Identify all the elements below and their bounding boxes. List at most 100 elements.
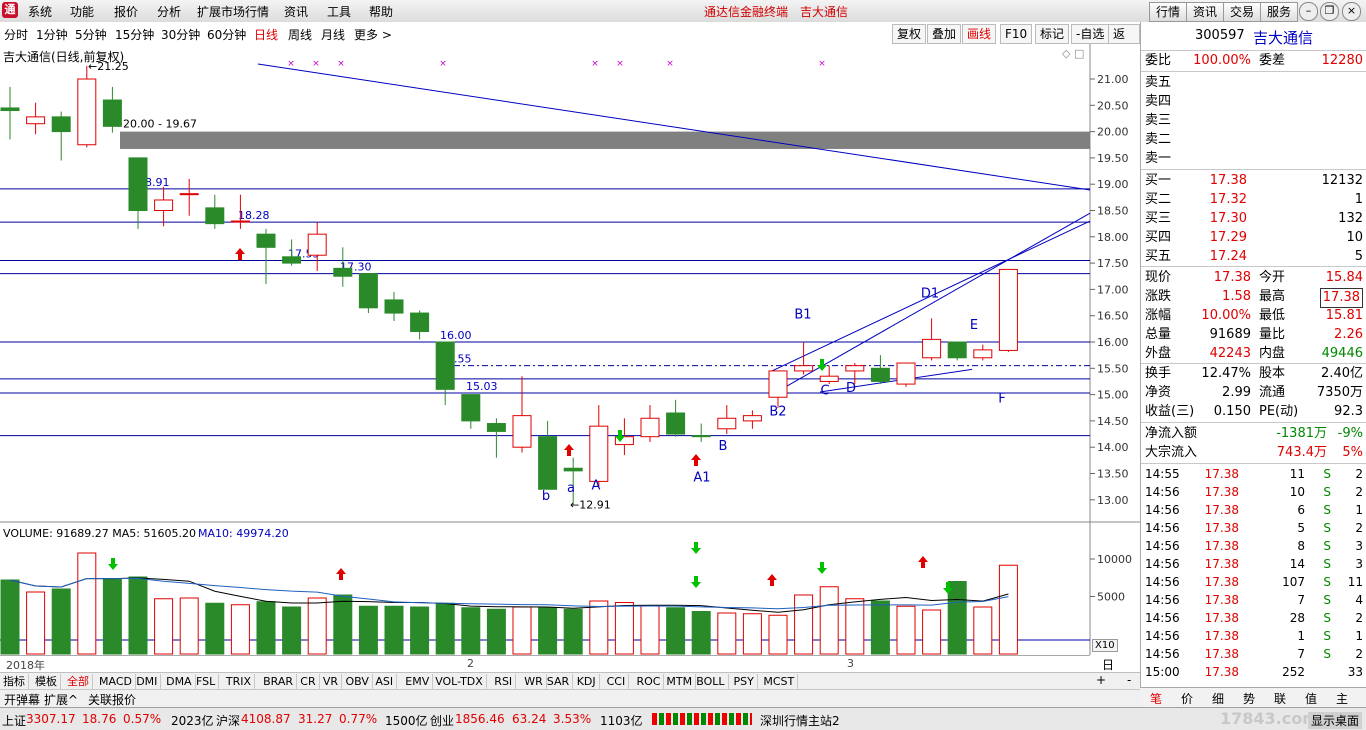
volume-bar[interactable] xyxy=(486,608,506,655)
candle-body[interactable] xyxy=(102,99,122,127)
candle-body[interactable] xyxy=(154,199,174,211)
indicator-tab-7[interactable]: TRIX xyxy=(223,674,256,689)
quote-tab-1[interactable]: 价 xyxy=(1181,690,1193,707)
volume-bar[interactable] xyxy=(154,598,174,655)
candle-body[interactable] xyxy=(307,233,327,256)
top-quote-button[interactable]: 行情 xyxy=(1149,2,1188,22)
zoom-out-button[interactable]: - xyxy=(1127,673,1131,687)
server-name[interactable]: 深圳行情主站2 xyxy=(760,712,840,729)
indicator-tab-15[interactable]: RSI xyxy=(491,674,517,689)
indicator-tab-19[interactable]: CCI xyxy=(604,674,630,689)
volume-bar[interactable] xyxy=(691,611,711,655)
volume-bar[interactable] xyxy=(819,586,839,655)
indicator-tab-5[interactable]: DMA xyxy=(163,674,196,689)
top-trade-button[interactable]: 交易 xyxy=(1223,2,1262,22)
candle-body[interactable] xyxy=(640,417,660,438)
candle-body[interactable] xyxy=(77,78,97,146)
sh-index-label[interactable]: 上证 xyxy=(2,712,26,729)
candle-body[interactable] xyxy=(128,157,148,211)
menu-quote[interactable]: 报价 xyxy=(114,3,138,20)
restore-icon[interactable]: ❐ xyxy=(1320,2,1339,21)
volume-bar[interactable] xyxy=(922,609,942,655)
candle-body[interactable] xyxy=(922,338,942,359)
indicator-tab-13[interactable]: EMV xyxy=(402,674,434,689)
candle-body[interactable] xyxy=(896,362,916,385)
volume-bar[interactable] xyxy=(563,608,583,655)
period-weekly[interactable]: 周线 xyxy=(288,26,312,43)
minimize-icon[interactable]: – xyxy=(1299,2,1318,21)
volume-bar[interactable] xyxy=(538,607,558,655)
chart-options-icon[interactable]: ◇ □ xyxy=(1062,47,1084,60)
tool-back[interactable]: 返回 xyxy=(1108,24,1140,59)
volume-bar[interactable] xyxy=(256,601,276,655)
period-60min[interactable]: 60分钟 xyxy=(207,26,246,43)
tool-adjust[interactable]: 复权 xyxy=(892,24,927,44)
extend-toggle[interactable]: 扩展^ xyxy=(40,691,82,708)
candle-body[interactable] xyxy=(486,423,506,432)
indicator-tab-10[interactable]: VR xyxy=(320,674,343,689)
menu-extended-market[interactable]: 扩展市场行情 xyxy=(197,3,269,20)
sz-index-label[interactable]: 沪深 xyxy=(216,712,240,729)
volume-bar[interactable] xyxy=(0,579,20,655)
volume-bar[interactable] xyxy=(461,607,481,655)
volume-bar[interactable] xyxy=(179,597,199,655)
indicator-tab-24[interactable]: MCST xyxy=(760,674,799,689)
period-15min[interactable]: 15分钟 xyxy=(115,26,154,43)
app-logo-icon[interactable]: 通 xyxy=(2,2,18,18)
volume-bar[interactable] xyxy=(768,614,788,655)
menu-tools[interactable]: 工具 xyxy=(327,3,351,20)
candle-body[interactable] xyxy=(870,367,890,382)
candle-body[interactable] xyxy=(794,365,814,372)
tool-draw[interactable]: 画线 xyxy=(962,24,997,44)
volume-bar[interactable] xyxy=(307,597,327,655)
candle-body[interactable] xyxy=(589,425,609,482)
volume-bar[interactable] xyxy=(614,602,634,655)
candle-body[interactable] xyxy=(256,233,276,248)
candle-body[interactable] xyxy=(819,375,839,382)
menu-function[interactable]: 功能 xyxy=(70,3,94,20)
menu-help[interactable]: 帮助 xyxy=(369,3,393,20)
candle-body[interactable] xyxy=(205,207,225,225)
candle-body[interactable] xyxy=(973,349,993,359)
volume-bar[interactable] xyxy=(102,578,122,655)
volume-bar[interactable] xyxy=(435,602,455,655)
period-monthly[interactable]: 月线 xyxy=(321,26,345,43)
quote-tab-3[interactable]: 势 xyxy=(1243,690,1255,707)
indicator-tab-14[interactable]: VOL-TDX xyxy=(432,674,487,689)
volume-bar[interactable] xyxy=(973,606,993,655)
candle-body[interactable] xyxy=(998,268,1018,351)
indicator-tab-2[interactable]: 全部 xyxy=(64,674,93,689)
candle-body[interactable] xyxy=(435,341,455,390)
candle-body[interactable] xyxy=(512,415,532,448)
indicator-tab-9[interactable]: CR xyxy=(297,674,320,689)
volume-bar[interactable] xyxy=(205,602,225,655)
zoom-in-button[interactable]: + xyxy=(1096,673,1106,687)
indicator-tab-6[interactable]: FSL xyxy=(193,674,220,689)
quote-tab-6[interactable]: 主 xyxy=(1336,690,1348,707)
candle-body[interactable] xyxy=(742,415,762,422)
volume-bar[interactable] xyxy=(512,606,532,655)
volume-bar[interactable] xyxy=(384,605,404,655)
quote-tab-5[interactable]: 值 xyxy=(1305,690,1317,707)
volume-bar[interactable] xyxy=(77,552,97,655)
volume-bar[interactable] xyxy=(51,588,71,655)
volume-bar[interactable] xyxy=(128,576,148,655)
cy-index-label[interactable]: 创业 xyxy=(430,712,454,729)
volume-bar[interactable] xyxy=(26,591,46,655)
tool-mark[interactable]: 标记 xyxy=(1035,24,1070,44)
indicator-tab-18[interactable]: KDJ xyxy=(574,674,600,689)
indicator-tab-3[interactable]: MACD xyxy=(96,674,136,689)
volume-bar[interactable] xyxy=(998,564,1018,655)
volume-bar[interactable] xyxy=(230,604,250,655)
danmaku-toggle[interactable]: 开弹幕 xyxy=(0,691,44,708)
quote-tab-0[interactable]: 笔 xyxy=(1150,690,1162,707)
volume-bar[interactable] xyxy=(717,612,737,655)
indicator-tab-23[interactable]: PSY xyxy=(731,674,758,689)
volume-bar[interactable] xyxy=(589,600,609,655)
period-1min[interactable]: 1分钟 xyxy=(36,26,68,43)
candle-body[interactable] xyxy=(51,116,71,133)
volume-bar[interactable] xyxy=(742,613,762,655)
volume-bar[interactable] xyxy=(794,594,814,655)
volume-bar[interactable] xyxy=(947,581,967,655)
volume-bar[interactable] xyxy=(358,605,378,655)
